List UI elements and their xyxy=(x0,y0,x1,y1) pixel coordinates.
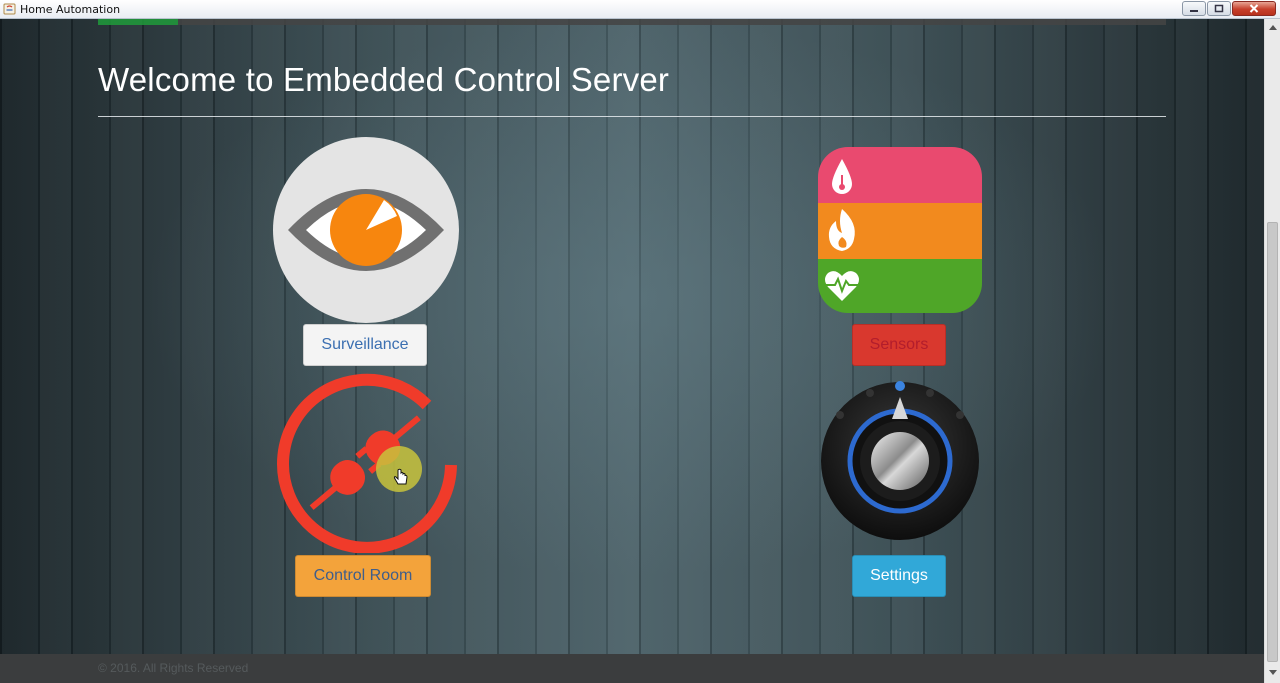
plug-icon[interactable] xyxy=(275,371,457,553)
eye-icon[interactable] xyxy=(272,136,460,324)
maximize-icon xyxy=(1214,4,1224,13)
window-title: Home Automation xyxy=(20,3,121,16)
control-room-button[interactable]: Control Room xyxy=(295,555,431,597)
copyright-text: © 2016. All Rights Reserved xyxy=(98,661,249,675)
close-button[interactable] xyxy=(1232,1,1276,16)
scroll-thumb[interactable] xyxy=(1267,222,1278,662)
top-nav-strip xyxy=(98,19,1166,25)
java-app-icon xyxy=(3,3,16,15)
scroll-down-button[interactable] xyxy=(1265,665,1280,681)
scroll-up-button[interactable] xyxy=(1265,19,1280,35)
knob-icon[interactable] xyxy=(818,375,982,541)
arrow-down-icon xyxy=(1269,670,1277,675)
settings-button[interactable]: Settings xyxy=(852,555,946,597)
title-bar: Home Automation xyxy=(0,0,1280,19)
minimize-icon xyxy=(1190,9,1198,12)
sensors-icon[interactable] xyxy=(818,147,982,313)
vertical-scrollbar[interactable] xyxy=(1264,19,1280,683)
title-divider xyxy=(98,116,1166,117)
close-icon xyxy=(1249,4,1259,13)
maximize-button[interactable] xyxy=(1207,1,1231,16)
app-window: Home Automation Welcome to Embedded Cont… xyxy=(0,0,1280,683)
sensors-button[interactable]: Sensors xyxy=(852,324,946,366)
page-footer: © 2016. All Rights Reserved xyxy=(0,654,1264,683)
surveillance-button[interactable]: Surveillance xyxy=(303,324,427,366)
hand-cursor-icon xyxy=(393,468,408,485)
minimize-button[interactable] xyxy=(1182,1,1206,16)
page-title: Welcome to Embedded Control Server xyxy=(98,61,670,98)
page-viewport: Welcome to Embedded Control Server Surve… xyxy=(0,19,1264,683)
arrow-up-icon xyxy=(1269,25,1277,30)
